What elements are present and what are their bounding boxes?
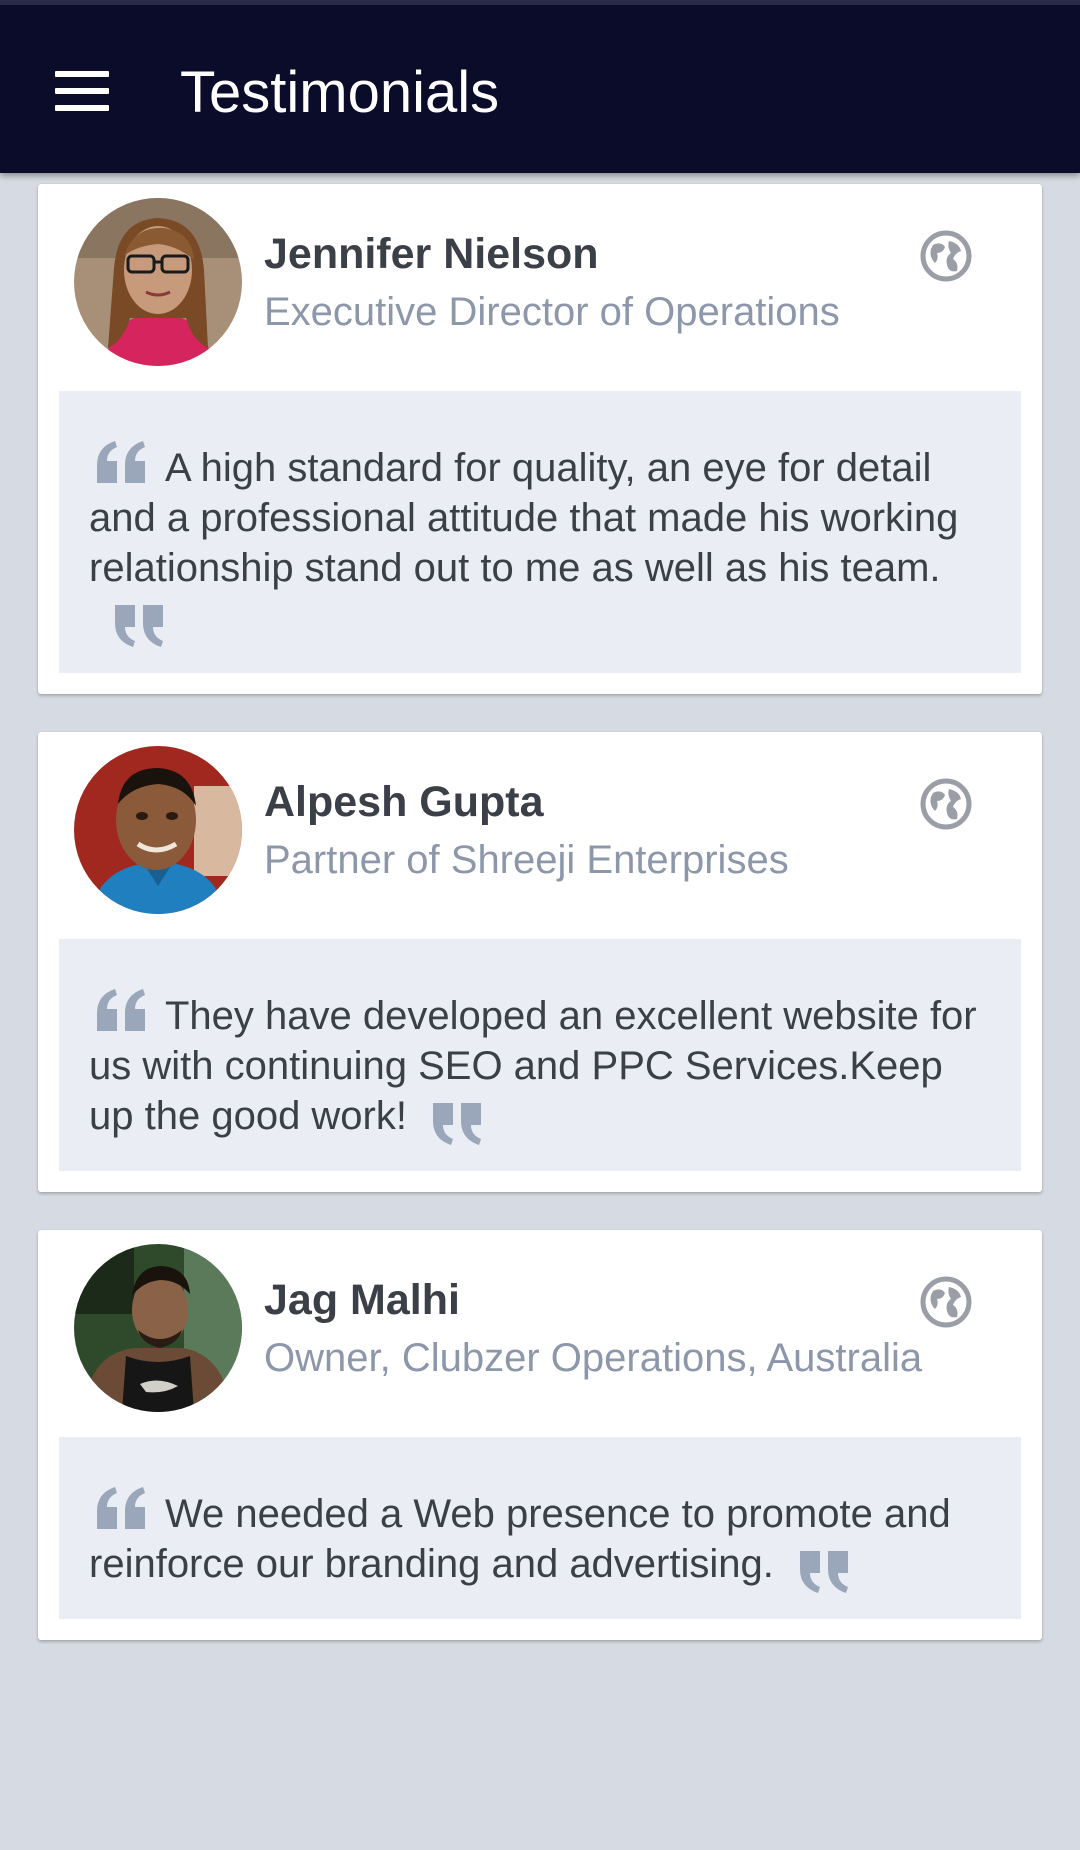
page-title: Testimonials — [180, 60, 500, 125]
avatar — [74, 1244, 242, 1412]
open-quote-icon — [97, 441, 145, 483]
testimonial-card: Jennifer Nielson Executive Director of O… — [38, 184, 1042, 694]
quote-text: They have developed an excellent website… — [89, 994, 977, 1138]
open-quote-icon — [97, 1487, 145, 1529]
quote-box: A high standard for quality, an eye for … — [59, 391, 1021, 673]
quote-box: We needed a Web presence to promote and … — [59, 1437, 1021, 1619]
app-bar: Testimonials — [0, 5, 1080, 173]
close-quote-icon — [115, 605, 163, 647]
close-quote-icon — [799, 1551, 848, 1593]
open-quote-icon — [97, 989, 145, 1031]
close-quote-icon — [433, 1103, 481, 1145]
person-role: Executive Director of Operations — [264, 290, 840, 334]
person-name: Alpesh Gupta — [264, 778, 544, 826]
quote-box: They have developed an excellent website… — [59, 939, 1021, 1171]
person-name: Jennifer Nielson — [264, 230, 599, 278]
person-role: Owner, Clubzer Operations, Australia — [264, 1336, 923, 1380]
quote-text: A high standard for quality, an eye for … — [89, 446, 959, 590]
avatar — [74, 746, 242, 914]
globe-icon[interactable] — [919, 1275, 973, 1329]
testimonial-card: Alpesh Gupta Partner of Shreeji Enterpri… — [38, 732, 1042, 1192]
avatar — [74, 198, 242, 366]
globe-icon[interactable] — [919, 229, 973, 283]
hamburger-menu-icon[interactable] — [52, 69, 112, 113]
testimonial-card: Jag Malhi Owner, Clubzer Operations, Aus… — [38, 1230, 1042, 1640]
globe-icon[interactable] — [919, 777, 973, 831]
person-role: Partner of Shreeji Enterprises — [264, 838, 789, 882]
person-name: Jag Malhi — [264, 1276, 460, 1324]
